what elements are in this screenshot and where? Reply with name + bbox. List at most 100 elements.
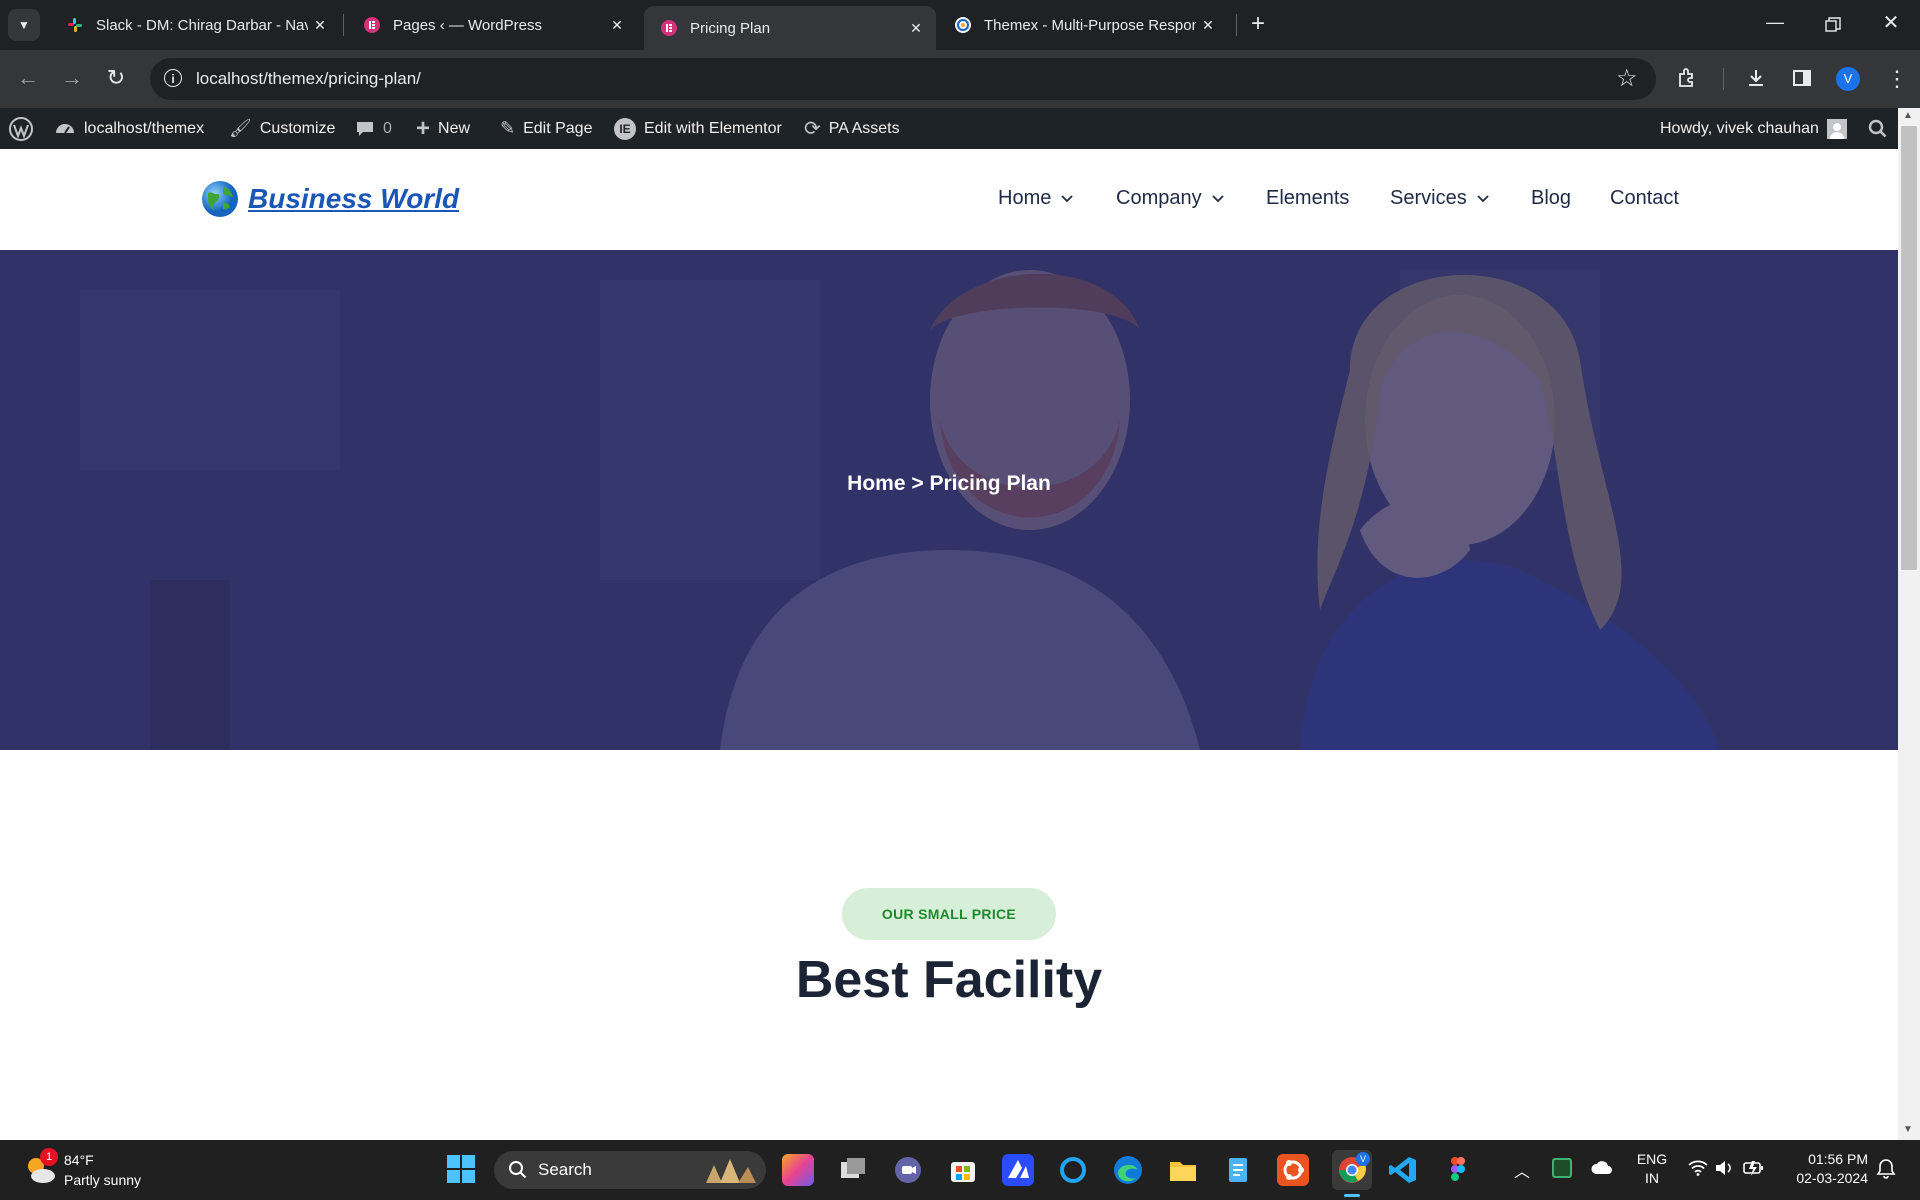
close-icon[interactable]: ✕	[1196, 17, 1220, 34]
clock[interactable]: 01:56 PM 02-03-2024	[1784, 1150, 1868, 1188]
close-icon[interactable]: ✕	[308, 17, 332, 34]
notepad-icon[interactable]	[1222, 1154, 1254, 1186]
howdy-label: Howdy, vivek chauhan	[1660, 119, 1819, 137]
edge-icon[interactable]	[1112, 1154, 1144, 1186]
brush-icon: 🖌	[229, 118, 252, 138]
minimize-icon: —	[1766, 12, 1784, 32]
bookmark-star-icon[interactable]: ☆	[1616, 64, 1638, 93]
copilot-icon[interactable]	[782, 1154, 814, 1186]
start-button[interactable]	[446, 1154, 476, 1184]
browser-tab-strip: ▼ Slack - DM: Chirag Darbar - Nav ✕ Page…	[0, 0, 1920, 50]
logo-text: Business World	[248, 183, 460, 214]
wifi-icon[interactable]	[1688, 1160, 1708, 1181]
customize-link[interactable]: 🖌 Customize	[229, 108, 335, 149]
site-info-icon[interactable]: i	[164, 69, 182, 87]
minimize-button[interactable]: —	[1760, 12, 1790, 36]
reload-icon: ↻	[106, 65, 126, 90]
tab-themex[interactable]: Themex - Multi-Purpose Respon ✕	[938, 6, 1228, 44]
ubuntu-icon[interactable]	[1277, 1154, 1309, 1186]
tab-divider	[1236, 14, 1237, 36]
battery-icon[interactable]	[1742, 1158, 1764, 1183]
wordpress-logo-button[interactable]	[8, 108, 34, 149]
reload-button[interactable]: ↻	[100, 62, 132, 94]
volume-icon[interactable]	[1714, 1160, 1734, 1181]
nav-item-blog[interactable]: Blog	[1531, 187, 1571, 210]
url-text[interactable]: localhost/themex/pricing-plan/	[196, 69, 421, 89]
nav-item-label: Contact	[1610, 187, 1679, 209]
plus-icon: +	[1250, 10, 1265, 37]
comments-link[interactable]: 0	[355, 108, 392, 149]
onedrive-icon[interactable]	[1590, 1160, 1614, 1181]
arrow-right-icon: →	[61, 65, 83, 90]
nav-item-services[interactable]: Services	[1390, 187, 1489, 210]
nav-item-elements[interactable]: Elements	[1266, 187, 1349, 210]
nav-item-home[interactable]: Home	[998, 187, 1073, 210]
vscode-icon[interactable]	[1387, 1154, 1419, 1186]
admin-site-link[interactable]: localhost/themex	[54, 108, 204, 149]
chevron-down-icon	[1061, 194, 1073, 202]
my-account-link[interactable]: Howdy, vivek chauhan	[1660, 108, 1847, 149]
edit-page-link[interactable]: ✎ Edit Page	[500, 108, 592, 149]
download-icon[interactable]	[1744, 66, 1770, 92]
close-icon[interactable]: ✕	[605, 17, 629, 34]
azure-data-icon[interactable]	[1002, 1154, 1034, 1186]
new-content-link[interactable]: + New	[416, 108, 470, 149]
page-scrollbar[interactable]: ▲ ▼	[1898, 108, 1920, 1140]
figma-icon[interactable]	[1442, 1154, 1474, 1186]
pa-assets-link[interactable]: ⟳ PA Assets	[804, 108, 900, 149]
restore-icon	[1825, 17, 1841, 32]
edit-page-label: Edit Page	[523, 119, 593, 137]
breadcrumb[interactable]: Home > Pricing Plan	[0, 472, 1898, 496]
weather-widget[interactable]: 1 84°F Partly sunny	[20, 1148, 180, 1192]
file-explorer-icon[interactable]	[1167, 1154, 1199, 1186]
toolbar-divider	[1723, 68, 1724, 90]
admin-search-button[interactable]	[1868, 108, 1888, 149]
profile-avatar[interactable]: V	[1836, 67, 1860, 91]
close-icon: ✕	[1882, 12, 1900, 34]
nav-item-contact[interactable]: Contact	[1610, 187, 1679, 210]
edit-elementor-link[interactable]: IE Edit with Elementor	[614, 108, 782, 149]
forward-button[interactable]: →	[56, 62, 88, 94]
restore-button[interactable]	[1818, 14, 1848, 38]
taskbar-search[interactable]: Search	[494, 1151, 766, 1189]
side-panel-icon[interactable]	[1790, 66, 1816, 92]
scrollbar-thumb[interactable]	[1901, 126, 1917, 570]
site-header: Business World Home Company Elements Ser…	[0, 149, 1898, 250]
tab-search-button[interactable]: ▼	[8, 9, 40, 41]
tab-title: Pricing Plan	[690, 19, 771, 37]
browser-menu-icon[interactable]: ⋮	[1886, 64, 1908, 94]
microsoft-store-icon[interactable]	[947, 1154, 979, 1186]
tab-pages-wordpress[interactable]: Pages ‹ — WordPress ✕	[347, 6, 637, 44]
admin-site-label: localhost/themex	[84, 119, 205, 137]
cortana-icon[interactable]	[1057, 1154, 1089, 1186]
tab-divider	[343, 14, 344, 36]
address-bar[interactable]: i localhost/themex/pricing-plan/ ☆	[150, 58, 1656, 100]
pencil-icon: ✎	[500, 118, 516, 138]
tab-pricing-plan[interactable]: Pricing Plan ✕	[644, 6, 936, 50]
back-button[interactable]: ←	[12, 62, 44, 94]
chrome-icon[interactable]: V	[1332, 1150, 1372, 1197]
task-view-icon[interactable]	[837, 1154, 869, 1186]
tray-app-icon[interactable]	[1552, 1158, 1572, 1178]
elementor-icon: IE	[614, 117, 636, 140]
slack-icon	[68, 18, 82, 32]
teams-meet-icon[interactable]	[892, 1154, 924, 1186]
plus-icon: +	[416, 114, 431, 142]
new-tab-button[interactable]: +	[1244, 10, 1272, 38]
site-logo[interactable]: Business World	[200, 179, 459, 219]
notification-badge: 1	[40, 1148, 58, 1166]
wp-admin-bar: localhost/themex 🖌 Customize 0 + New ✎ E…	[0, 108, 1920, 149]
extensions-icon[interactable]	[1676, 66, 1702, 92]
search-icon	[509, 1161, 527, 1179]
weather-temp: 84°F	[64, 1152, 94, 1168]
scroll-down-arrow[interactable]: ▼	[1903, 1124, 1913, 1135]
scroll-up-arrow[interactable]: ▲	[1903, 110, 1913, 121]
close-window-button[interactable]: ✕	[1876, 10, 1906, 38]
avatar	[1826, 118, 1847, 139]
tab-slack[interactable]: Slack - DM: Chirag Darbar - Nav ✕	[50, 6, 340, 44]
nav-item-company[interactable]: Company	[1116, 187, 1224, 210]
notifications-bell-icon[interactable]	[1876, 1158, 1896, 1185]
language-indicator[interactable]: ENG IN	[1636, 1150, 1668, 1188]
close-icon[interactable]: ✕	[904, 20, 928, 37]
show-hidden-icons[interactable]: ︿	[1514, 1158, 1530, 1182]
